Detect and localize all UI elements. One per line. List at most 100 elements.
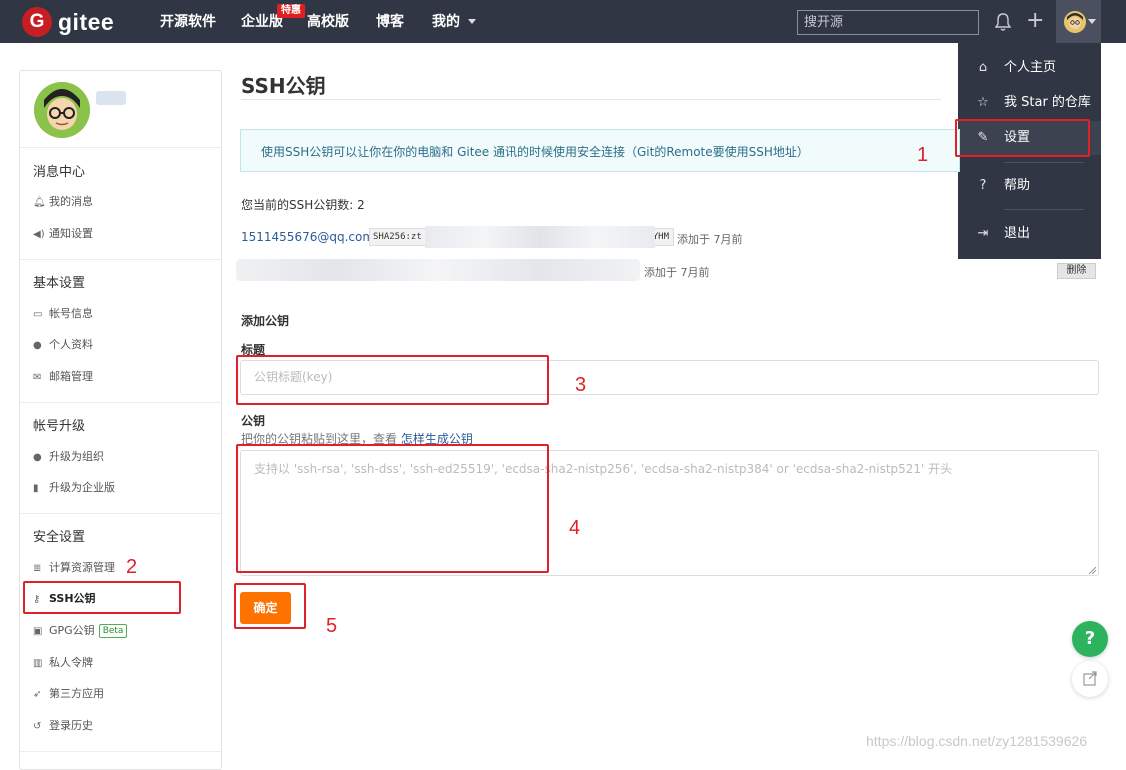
search-input[interactable]: 搜开源 <box>797 10 979 35</box>
sidebar-item-gpg-keys[interactable]: ▣ GPG公钥 Beta <box>33 621 183 641</box>
bell-icon[interactable] <box>994 12 1012 36</box>
chevron-down-icon <box>1088 19 1096 24</box>
avatar[interactable] <box>34 82 90 138</box>
chevron-down-icon <box>467 19 476 24</box>
info-text: 使用SSH公钥可以让你在你的电脑和 Gitee 通讯的时候使用安全连接（Git的… <box>261 145 809 159</box>
help-button[interactable]: ? <box>1072 621 1108 657</box>
sidebar-item-third-party[interactable]: ➶ 第三方应用 <box>33 684 183 704</box>
annotation-box-submit <box>234 583 306 629</box>
menu-item-profile[interactable]: ⌂ 个人主页 <box>958 51 1101 85</box>
sidebar-item-email[interactable]: ✉ 邮箱管理 <box>33 367 183 387</box>
menu-item-starred[interactable]: ☆ 我 Star 的仓库 <box>958 86 1101 120</box>
sidebar-item-my-messages[interactable]: 🔔︎ 我的消息 <box>33 192 183 212</box>
sidebar-section-security: 安全设置 <box>33 530 86 545</box>
sidebar-item-label: 通知设置 <box>49 227 93 240</box>
watermark: https://blog.csdn.net/zy1281539626 <box>866 733 1088 749</box>
key-added-time: 添加于 7月前 <box>644 266 710 279</box>
annotation-number: 2 <box>126 556 138 578</box>
nav-mine-label: 我的 <box>432 14 460 30</box>
home-icon: ⌂ <box>978 60 988 75</box>
ssh-key-count: 您当前的SSH公钥数: 2 <box>241 198 365 212</box>
sidebar-item-upgrade-org[interactable]: ● 升级为组织 <box>33 447 183 467</box>
avatar <box>1064 11 1086 33</box>
sidebar-item-label: 私人令牌 <box>49 656 93 669</box>
sidebar-item-compute[interactable]: ≣ 计算资源管理 <box>33 558 183 578</box>
logo-text: gitee <box>58 8 115 35</box>
token-icon: ▥ <box>33 658 43 669</box>
key-label: 公钥 <box>241 414 266 428</box>
annotation-box-settings <box>955 119 1090 157</box>
fingerprint-start: SHA256:zt <box>373 232 422 242</box>
gitee-logo[interactable]: G gitee <box>22 7 114 37</box>
menu-item-label: 帮助 <box>1004 178 1031 193</box>
add-key-heading: 添加公钥 <box>241 314 290 328</box>
menu-divider <box>1004 162 1084 163</box>
delete-key-button[interactable]: 删除 <box>1057 263 1096 279</box>
id-card-icon: ▭ <box>33 309 43 320</box>
nav-mine[interactable]: 我的 <box>432 0 476 43</box>
sidebar-item-notify-settings[interactable]: ◀) 通知设置 <box>33 224 183 244</box>
top-navbar: G gitee 开源软件 企业版 特惠 高校版 博客 我的 搜开源 + <box>0 0 1126 43</box>
sidebar-item-tokens[interactable]: ▥ 私人令牌 <box>33 653 183 673</box>
sidebar-item-label: 登录历史 <box>49 719 93 732</box>
user-menu-trigger[interactable] <box>1056 0 1101 43</box>
sidebar-item-label: GPG公钥 <box>49 624 95 637</box>
divider <box>20 259 221 260</box>
plus-icon[interactable]: + <box>1026 10 1044 32</box>
sidebar-item-label: 个人资料 <box>49 338 93 351</box>
divider <box>20 402 221 403</box>
annotation-box-ssh <box>23 581 181 614</box>
menu-item-label: 个人主页 <box>1004 60 1057 75</box>
sidebar-item-profile[interactable]: ● 个人资料 <box>33 335 183 355</box>
key-title: 1511455676@qq.com <box>241 230 375 244</box>
nav-blog[interactable]: 博客 <box>376 0 404 43</box>
menu-item-label: 退出 <box>1004 226 1031 241</box>
info-banner: 使用SSH公钥可以让你在你的电脑和 Gitee 通讯的时候使用安全连接（Git的… <box>240 129 960 172</box>
sidebar-item-label: 计算资源管理 <box>49 561 115 574</box>
menu-item-logout[interactable]: ⇥ 退出 <box>958 217 1101 251</box>
lock-icon: ▣ <box>33 626 43 637</box>
menu-divider <box>1004 209 1084 210</box>
sidebar-item-label: 第三方应用 <box>49 687 104 700</box>
sidebar-item-label: 升级为组织 <box>49 450 104 463</box>
annotation-number: 4 <box>569 517 581 539</box>
building-icon: ▮ <box>33 483 39 494</box>
external-link-icon <box>1083 671 1097 686</box>
username-redacted <box>96 91 126 105</box>
annotation-number: 3 <box>575 374 587 396</box>
nav-university[interactable]: 高校版 <box>307 0 349 43</box>
key-added-time: 添加于 7月前 <box>677 233 743 246</box>
annotation-number: 5 <box>326 615 338 637</box>
annotation-number: 1 <box>917 144 929 166</box>
rocket-icon: ➶ <box>33 689 42 700</box>
sidebar-item-label: 邮箱管理 <box>49 370 93 383</box>
star-icon: ☆ <box>977 95 989 110</box>
settings-sidebar: 消息中心 🔔︎ 我的消息 ◀) 通知设置 基本设置 ▭ 帐号信息 ● 个人资料 ✉ 邮箱管… <box>19 70 222 770</box>
beta-badge: Beta <box>98 624 128 638</box>
sidebar-item-account-info[interactable]: ▭ 帐号信息 <box>33 304 183 324</box>
help-icon: ? <box>979 178 987 193</box>
speaker-icon: ◀) <box>33 229 45 240</box>
feedback-button[interactable] <box>1072 661 1108 697</box>
sidebar-section-messages: 消息中心 <box>33 165 86 180</box>
menu-item-help[interactable]: ? 帮助 <box>958 169 1101 203</box>
bell-icon: 🔔︎ <box>33 197 46 208</box>
annotation-box-key <box>236 444 549 573</box>
sidebar-section-upgrade: 帐号升级 <box>33 419 86 434</box>
fingerprint-end: YHM <box>652 232 669 242</box>
divider <box>241 99 941 100</box>
menu-item-label: 我 Star 的仓库 <box>1004 95 1091 110</box>
sidebar-item-login-history[interactable]: ↺ 登录历史 <box>33 716 183 736</box>
sidebar-section-basic: 基本设置 <box>33 276 86 291</box>
mail-icon: ✉ <box>33 372 42 383</box>
user-icon: ● <box>33 340 42 351</box>
sidebar-item-label: 升级为企业版 <box>49 481 115 494</box>
nav-open-source[interactable]: 开源软件 <box>160 0 216 43</box>
divider <box>20 147 221 148</box>
sidebar-item-label: 我的消息 <box>49 195 93 208</box>
page-title: SSH公钥 <box>241 74 326 98</box>
server-icon: ≣ <box>33 563 42 574</box>
resize-handle-icon[interactable] <box>1088 566 1097 575</box>
sidebar-item-upgrade-enterprise[interactable]: ▮ 升级为企业版 <box>33 478 183 498</box>
sidebar-item-label: 帐号信息 <box>49 307 93 320</box>
